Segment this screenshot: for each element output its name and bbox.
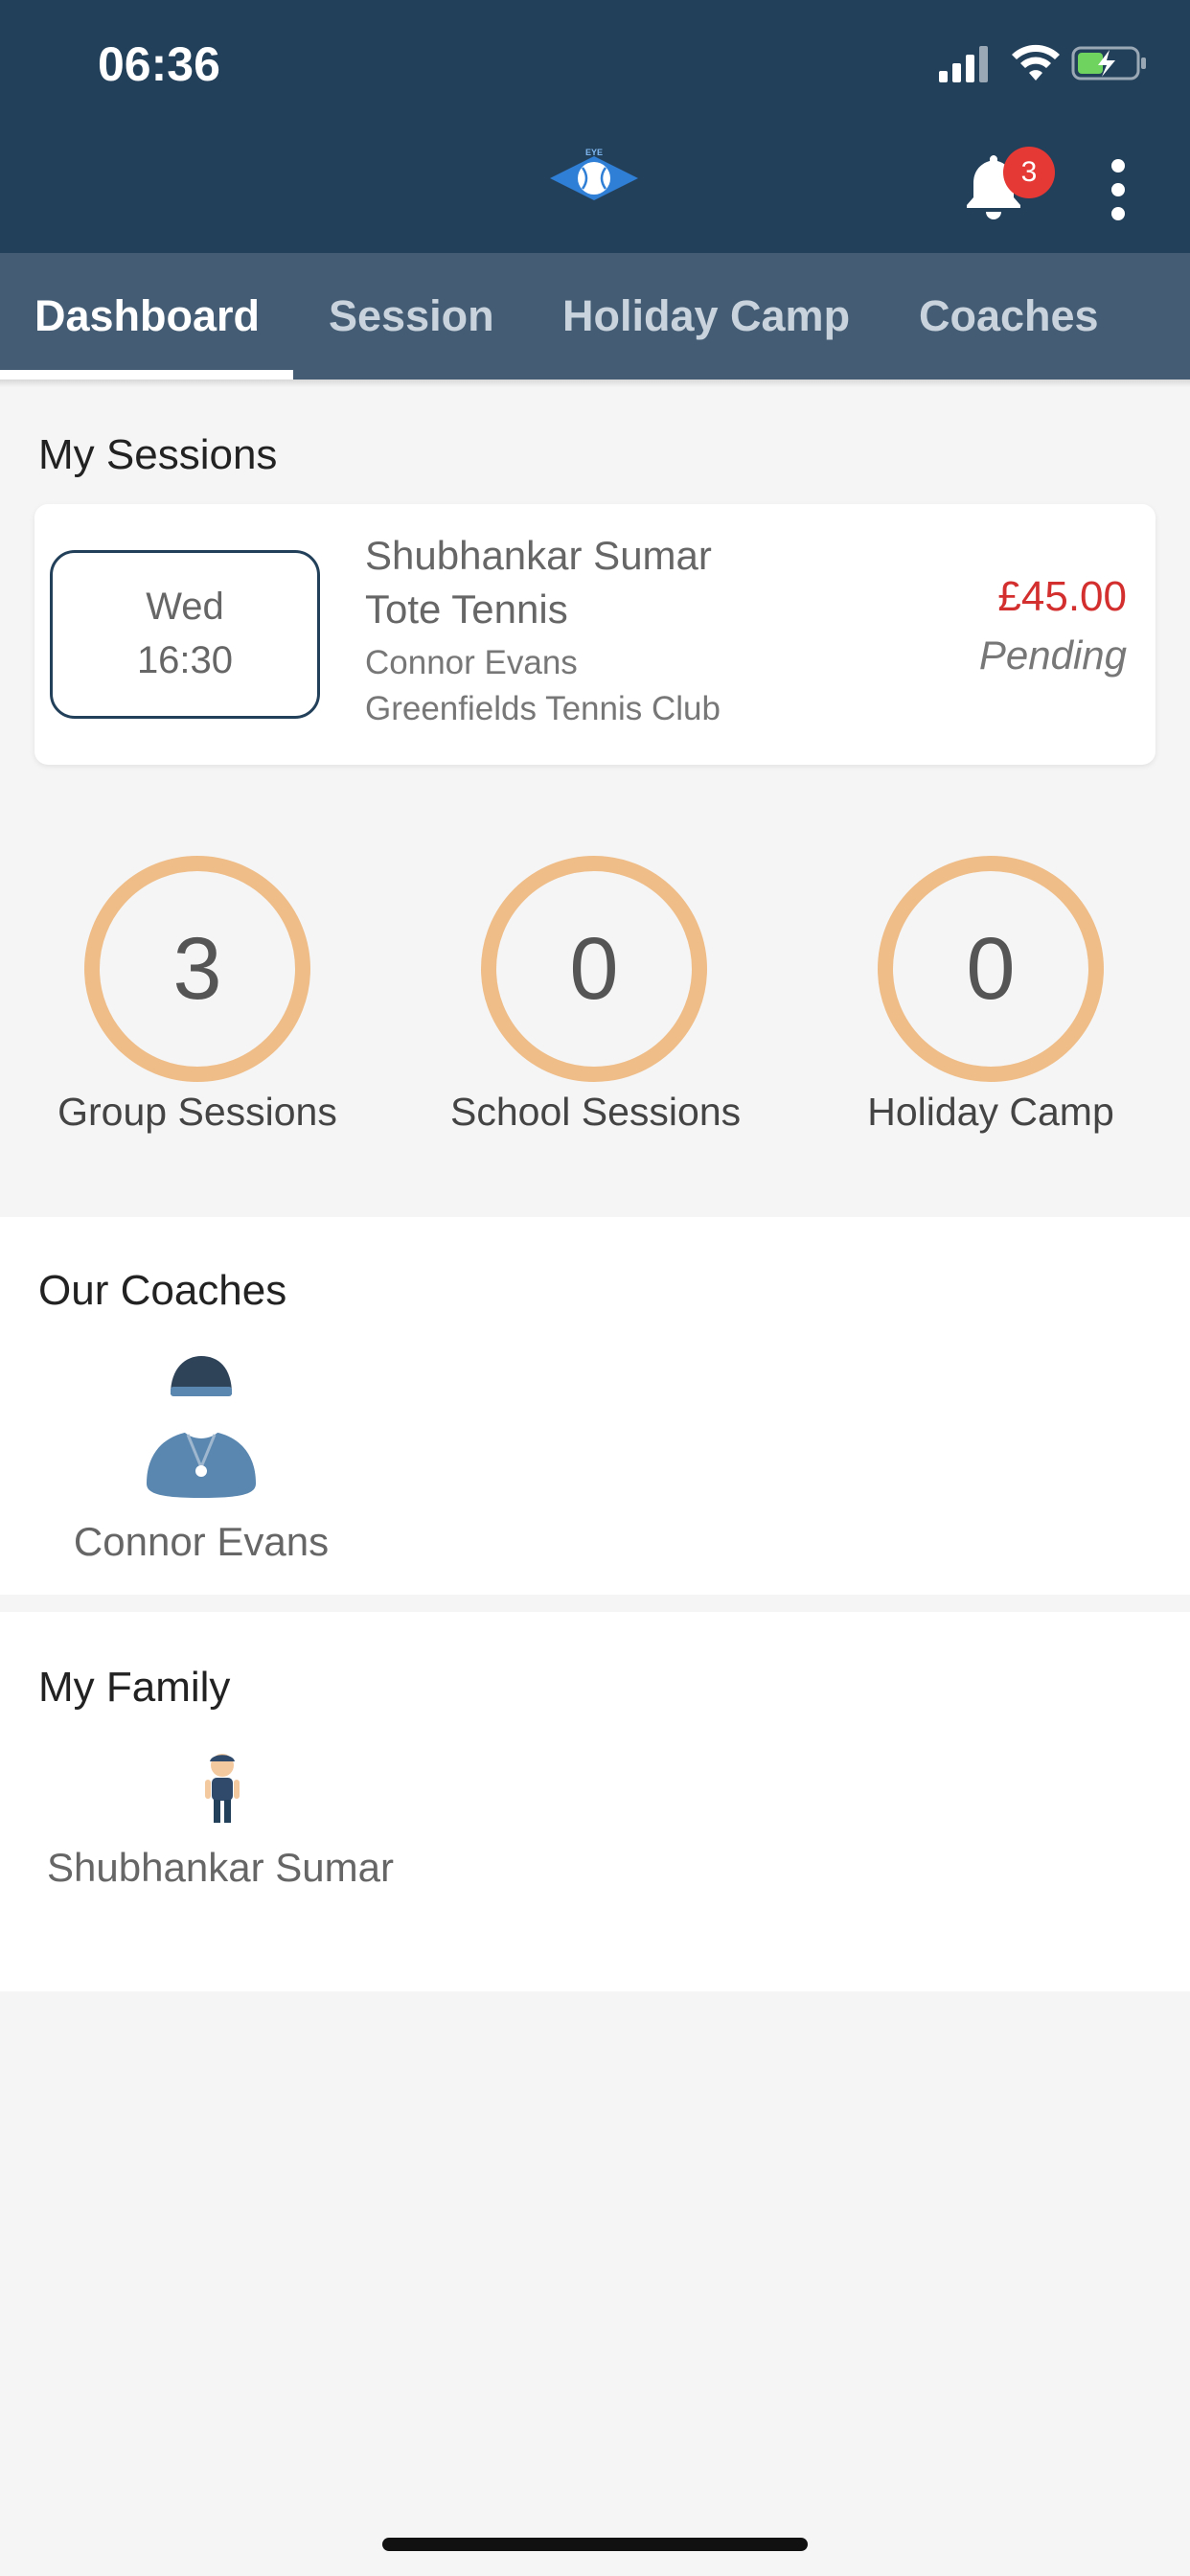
family-member-name[interactable]: Shubhankar Sumar bbox=[38, 1845, 402, 1891]
my-family-title: My Family bbox=[38, 1664, 231, 1711]
tab-bar: Dashboard Session Holiday Camp Coaches bbox=[0, 253, 1190, 380]
tab-bar-shadow bbox=[0, 380, 1190, 387]
stat-group-sessions[interactable]: 3 Group Sessions bbox=[54, 856, 341, 1135]
session-status: Pending bbox=[978, 632, 1127, 678]
logo-text: EYE bbox=[585, 149, 603, 157]
session-coach: Connor Evans bbox=[365, 644, 578, 681]
more-vertical-icon[interactable] bbox=[1105, 159, 1132, 220]
stat-holiday-camp[interactable]: 0 Holiday Camp bbox=[847, 856, 1134, 1135]
stat-label: School Sessions bbox=[450, 1090, 742, 1134]
home-indicator[interactable] bbox=[382, 2538, 808, 2551]
active-tab-indicator bbox=[0, 370, 293, 380]
stat-value: 0 bbox=[481, 856, 707, 1082]
notification-badge[interactable]: 3 bbox=[1003, 147, 1055, 198]
session-time: 16:30 bbox=[136, 639, 234, 681]
tab-session[interactable]: Session bbox=[329, 253, 494, 380]
session-course: Tote Tennis bbox=[365, 586, 568, 632]
our-coaches-title: Our Coaches bbox=[38, 1267, 287, 1314]
tab-dashboard[interactable]: Dashboard bbox=[34, 253, 260, 380]
stat-value: 0 bbox=[878, 856, 1104, 1082]
app-header: 06:36 EYE 3 bbox=[0, 0, 1190, 253]
child-avatar-icon[interactable] bbox=[203, 1750, 241, 1827]
session-venue: Greenfields Tennis Club bbox=[365, 690, 721, 727]
signal-icon bbox=[939, 46, 988, 82]
session-student: Shubhankar Sumar bbox=[365, 533, 712, 578]
coach-avatar-icon[interactable] bbox=[144, 1354, 259, 1498]
coach-name[interactable]: Connor Evans bbox=[38, 1519, 364, 1565]
stat-value: 3 bbox=[84, 856, 310, 1082]
tab-holiday-camp[interactable]: Holiday Camp bbox=[562, 253, 850, 380]
session-card[interactable]: Wed 16:30 Shubhankar Sumar Tote Tennis C… bbox=[34, 504, 1156, 765]
status-time: 06:36 bbox=[98, 37, 220, 91]
app-logo: EYE bbox=[550, 149, 638, 200]
stat-label: Holiday Camp bbox=[867, 1090, 1114, 1134]
my-sessions-title: My Sessions bbox=[38, 431, 278, 478]
tab-coaches[interactable]: Coaches bbox=[919, 253, 1099, 380]
session-price: £45.00 bbox=[997, 573, 1127, 620]
battery-charging-icon bbox=[1071, 46, 1146, 80]
stat-label: Group Sessions bbox=[57, 1090, 337, 1134]
session-date-box: Wed 16:30 bbox=[50, 550, 320, 719]
stat-school-sessions[interactable]: 0 School Sessions bbox=[450, 856, 742, 1135]
wifi-icon bbox=[1012, 44, 1060, 80]
session-day: Wed bbox=[146, 586, 224, 628]
